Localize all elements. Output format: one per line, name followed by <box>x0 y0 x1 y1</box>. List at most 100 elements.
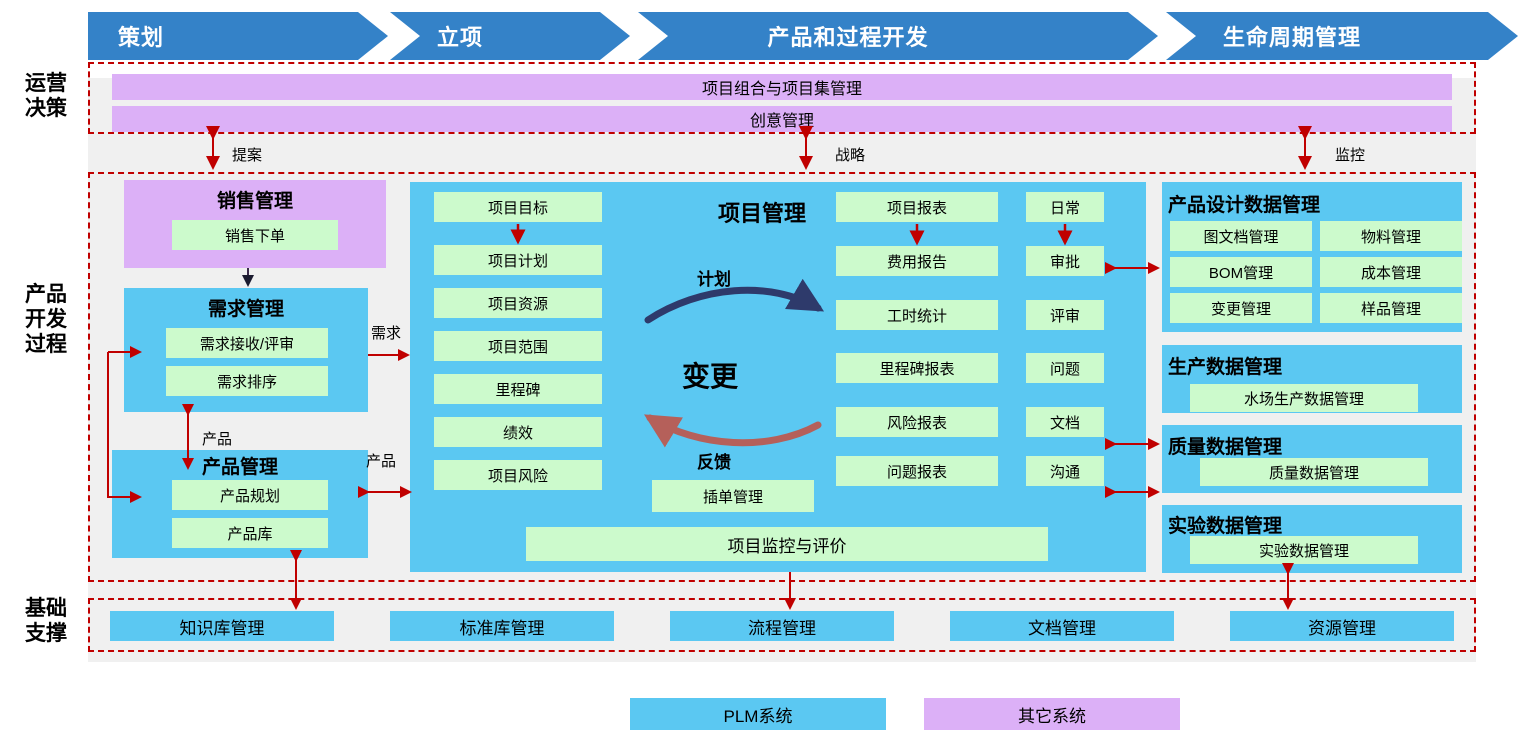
legend-other-system: 其它系统 <box>924 698 1180 730</box>
phase-label-4: 生命周期管理 <box>1222 25 1361 50</box>
project-monitoring-evaluation-label: 项目监控与评价 <box>727 536 847 556</box>
pm-col3-item-1[interactable]: 审批 <box>1026 246 1104 276</box>
pm-col1-label-4: 里程碑 <box>495 381 541 399</box>
pm-col2-item-1[interactable]: 费用报告 <box>836 246 998 276</box>
foundation-item-resource[interactable]: 资源管理 <box>1230 611 1454 641</box>
material-management-label: 物料管理 <box>1360 228 1421 246</box>
foundation-item-document[interactable]: 文档管理 <box>950 611 1174 641</box>
foundation-label-process: 流程管理 <box>748 618 816 638</box>
sample-management-item[interactable]: 样品管理 <box>1320 293 1462 323</box>
pm-col1-item-1[interactable]: 项目计划 <box>434 245 602 275</box>
product-library-item[interactable]: 产品库 <box>172 518 328 548</box>
pm-col3-label-2: 评审 <box>1049 307 1080 325</box>
phase-chevron-1[interactable]: 策划 <box>88 12 388 60</box>
pm-col2-label-2: 工时统计 <box>886 307 947 325</box>
pm-col2-label-1: 费用报告 <box>886 253 947 271</box>
pm-col3-item-3[interactable]: 问题 <box>1026 353 1104 383</box>
doc-management-label: 图文档管理 <box>1203 228 1279 246</box>
idea-management-bar[interactable]: 创意管理 <box>112 106 1452 132</box>
material-management-item[interactable]: 物料管理 <box>1320 221 1462 251</box>
cycle-label-feedback: 反馈 <box>697 453 731 472</box>
pm-col2-item-4[interactable]: 风险报表 <box>836 407 998 437</box>
pm-col2-item-2[interactable]: 工时统计 <box>836 300 998 330</box>
experiment-data-item[interactable]: 实验数据管理 <box>1190 536 1418 564</box>
connector-label-proposal: 提案 <box>232 147 263 164</box>
doc-management-item[interactable]: 图文档管理 <box>1170 221 1312 251</box>
quality-data-label: 质量数据管理 <box>1268 464 1359 482</box>
row-label-product-dev-line2: 开发 <box>25 307 67 331</box>
pm-col3-label-0: 日常 <box>1049 199 1080 217</box>
pm-col3-label-1: 审批 <box>1049 253 1080 271</box>
pm-col3-label-3: 问题 <box>1049 360 1080 378</box>
pm-col1-item-2[interactable]: 项目资源 <box>434 288 602 318</box>
phase-label-2: 立项 <box>436 25 483 50</box>
foundation-label-resource: 资源管理 <box>1308 618 1376 638</box>
pm-col2-label-3: 里程碑报表 <box>879 360 955 378</box>
pm-col2-label-5: 问题报表 <box>886 463 947 481</box>
legend-other-system-label: 其它系统 <box>1018 706 1086 726</box>
phase-chevron-3[interactable]: 产品和过程开发 <box>638 12 1158 60</box>
pm-col2-item-5[interactable]: 问题报表 <box>836 456 998 486</box>
plant-production-data-item[interactable]: 水场生产数据管理 <box>1190 384 1418 412</box>
insert-order-management-item[interactable]: 插单管理 <box>652 480 814 512</box>
pm-col1-label-0: 项目目标 <box>487 199 548 217</box>
experiment-data-title: 实验数据管理 <box>1168 516 1283 537</box>
product-design-data-title: 产品设计数据管理 <box>1168 195 1321 216</box>
project-management-title: 项目管理 <box>718 201 807 226</box>
project-monitoring-evaluation-item[interactable]: 项目监控与评价 <box>526 527 1048 561</box>
cycle-label-change: 变更 <box>682 361 739 392</box>
flow-label-product-vertical: 产品 <box>202 431 233 448</box>
row-label-foundation: 基础 支撑 <box>6 597 86 647</box>
pm-col2-label-0: 项目报表 <box>886 199 947 217</box>
foundation-label-document: 文档管理 <box>1028 618 1096 638</box>
row-label-operations: 运营 决策 <box>6 72 86 122</box>
sample-management-label: 样品管理 <box>1360 300 1421 318</box>
product-planning-label: 产品规划 <box>219 487 280 505</box>
quality-data-item[interactable]: 质量数据管理 <box>1200 458 1428 486</box>
change-management-label: 变更管理 <box>1210 300 1271 318</box>
foundation-item-knowledge[interactable]: 知识库管理 <box>110 611 334 641</box>
product-library-label: 产品库 <box>227 525 273 543</box>
pm-col3-item-2[interactable]: 评审 <box>1026 300 1104 330</box>
insert-order-management-label: 插单管理 <box>702 488 763 506</box>
change-management-item[interactable]: 变更管理 <box>1170 293 1312 323</box>
product-planning-item[interactable]: 产品规划 <box>172 480 328 510</box>
flow-label-product-right: 产品 <box>366 453 397 470</box>
pm-col1-item-5[interactable]: 绩效 <box>434 417 602 447</box>
cost-management-item[interactable]: 成本管理 <box>1320 257 1462 287</box>
pm-col1-item-6[interactable]: 项目风险 <box>434 460 602 490</box>
flow-label-requirement: 需求 <box>371 325 402 342</box>
row-label-product-dev: 产品 开发 过程 <box>6 283 86 357</box>
legend-plm-system-label: PLM系统 <box>723 706 793 726</box>
experiment-data-label: 实验数据管理 <box>1258 542 1349 560</box>
requirement-priority-item[interactable]: 需求排序 <box>166 366 328 396</box>
requirement-priority-label: 需求排序 <box>216 373 277 391</box>
pm-col1-item-4[interactable]: 里程碑 <box>434 374 602 404</box>
pm-col1-label-6: 项目风险 <box>487 467 548 485</box>
cost-management-label: 成本管理 <box>1360 264 1421 282</box>
pm-col2-item-0[interactable]: 项目报表 <box>836 192 998 222</box>
requirement-intake-review-item[interactable]: 需求接收/评审 <box>166 328 328 358</box>
pm-col2-label-4: 风险报表 <box>886 414 947 432</box>
quality-data-title: 质量数据管理 <box>1168 437 1283 458</box>
pm-col3-item-0[interactable]: 日常 <box>1026 192 1104 222</box>
foundation-item-standard[interactable]: 标准库管理 <box>390 611 614 641</box>
foundation-item-process[interactable]: 流程管理 <box>670 611 894 641</box>
bom-management-item[interactable]: BOM管理 <box>1170 257 1312 287</box>
portfolio-program-management-bar[interactable]: 项目组合与项目集管理 <box>112 74 1452 100</box>
bom-management-label: BOM管理 <box>1208 264 1274 282</box>
pm-col1-item-3[interactable]: 项目范围 <box>434 331 602 361</box>
connector-label-strategy: 战略 <box>835 147 866 164</box>
foundation-label-knowledge: 知识库管理 <box>179 618 265 638</box>
pm-col2-item-3[interactable]: 里程碑报表 <box>836 353 998 383</box>
pm-col1-label-3: 项目范围 <box>487 338 548 356</box>
pm-col3-item-4[interactable]: 文档 <box>1026 407 1104 437</box>
sales-order-item[interactable]: 销售下单 <box>172 220 338 250</box>
pm-col1-item-0[interactable]: 项目目标 <box>434 192 602 222</box>
pm-col1-label-2: 项目资源 <box>487 295 548 313</box>
row-label-foundation-line1: 基础 <box>25 597 67 620</box>
row-label-operations-line2: 决策 <box>25 96 67 120</box>
connector-label-monitor: 监控 <box>1335 147 1366 164</box>
pm-col3-item-5[interactable]: 沟通 <box>1026 456 1104 486</box>
sales-order-label: 销售下单 <box>224 227 285 245</box>
